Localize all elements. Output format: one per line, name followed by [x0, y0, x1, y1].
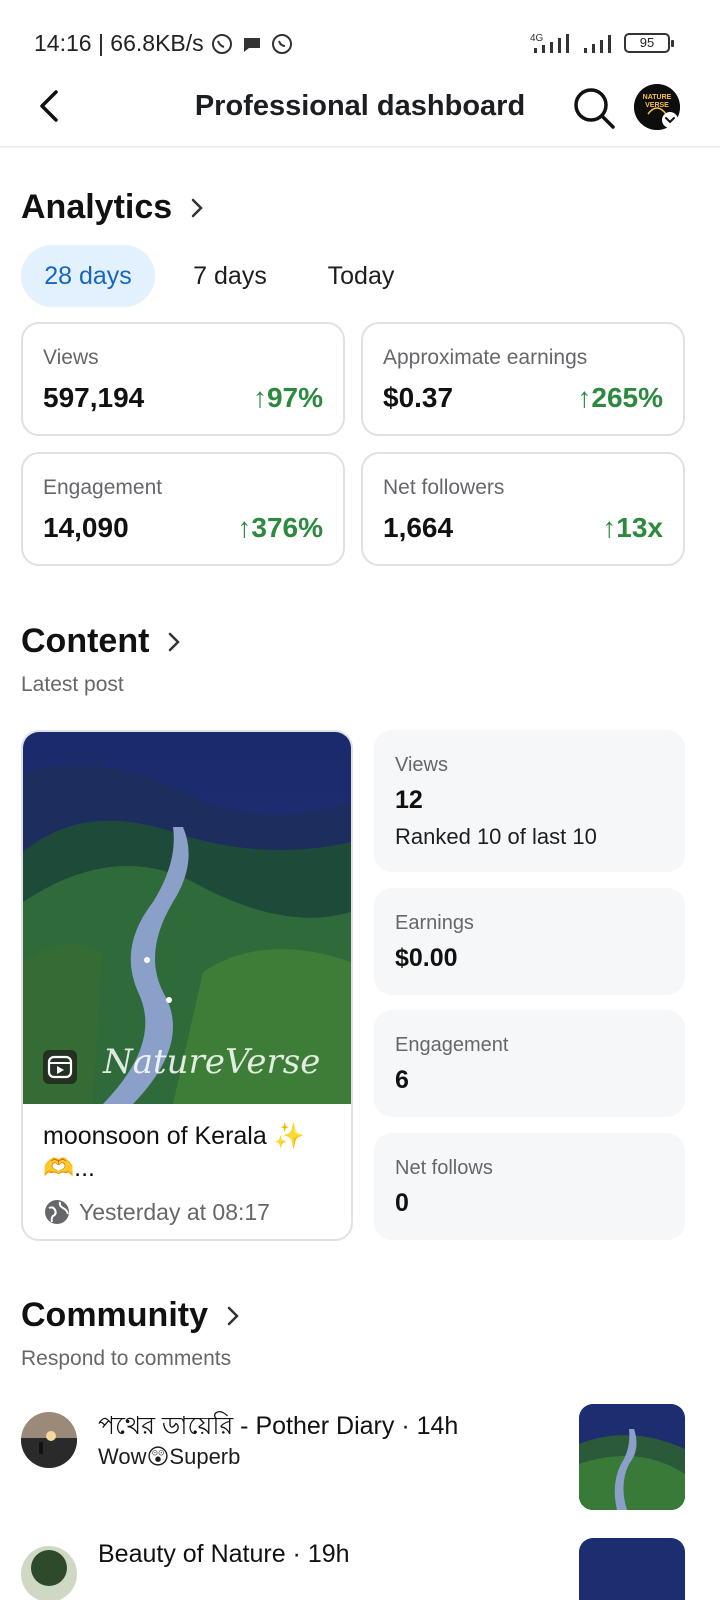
commenter-avatar — [21, 1412, 77, 1468]
metric-value: 14,090 — [43, 512, 129, 543]
avatar-label: NATURE VERSE — [642, 94, 672, 109]
comment-post-thumbnail[interactable] — [579, 1404, 685, 1510]
chevron-down-icon[interactable] — [662, 112, 678, 128]
post-time-text: Yesterday at 08:17 — [79, 1198, 270, 1225]
metric-label: Approximate earnings — [383, 346, 588, 369]
analytics-heading[interactable]: Analytics — [21, 188, 204, 227]
stat-value: 6 — [395, 1066, 409, 1094]
metric-change: ↑97% — [252, 382, 323, 413]
metric-label: Engagement — [43, 476, 163, 499]
app-header: Professional dashboard NATURE VERSE — [0, 80, 720, 148]
status-right: 4G 95 — [530, 32, 674, 54]
post-time: Yesterday at 08:17 — [43, 1198, 270, 1226]
metric-card-earnings[interactable]: Approximate earnings $0.37 ↑265% — [361, 322, 685, 436]
metric-card-engagement[interactable]: Engagement 14,090 ↑376% — [21, 452, 345, 566]
commenter-name: Beauty of Nature · 19h — [98, 1540, 350, 1568]
tree-avatar-icon — [21, 1546, 77, 1600]
stat-rank: Ranked 10 of last 10 — [395, 824, 597, 849]
stat-value: 12 — [395, 786, 423, 814]
chevron-right-icon — [169, 632, 181, 651]
metric-change: ↑376% — [237, 512, 323, 543]
status-time-speed: 14:16 | 66.8KB/s — [34, 30, 204, 56]
post-mini-thumbnail — [579, 1404, 685, 1510]
metric-card-views[interactable]: Views 597,194 ↑97% — [21, 322, 345, 436]
content-subtitle: Latest post — [21, 673, 124, 696]
tab-7-days[interactable]: 7 days — [170, 245, 290, 307]
sunset-avatar-icon — [21, 1412, 77, 1468]
community-heading[interactable]: Community — [21, 1296, 240, 1335]
stat-value: 0 — [395, 1189, 409, 1217]
post-stat-net-follows: Net follows 0 — [374, 1133, 685, 1240]
commenter-avatar — [21, 1546, 77, 1600]
status-left: 14:16 | 66.8KB/s — [34, 30, 294, 57]
post-mini-thumbnail — [579, 1538, 685, 1600]
network-label: 4G — [530, 33, 544, 44]
post-watermark: NatureVerse — [103, 1042, 321, 1082]
tab-28-days[interactable]: 28 days — [21, 245, 155, 307]
metric-change-value: 97% — [266, 382, 323, 413]
metric-change-value: 376% — [251, 512, 323, 543]
post-caption: moonsoon of Kerala ✨🫶... — [43, 1122, 305, 1182]
metric-change-value: 13x — [616, 512, 663, 543]
comment-text: Wow😲Superb — [98, 1444, 241, 1469]
stat-label: Earnings — [395, 912, 474, 934]
post-stat-views: Views 12 Ranked 10 of last 10 — [374, 730, 685, 872]
comment-post-thumbnail[interactable] — [579, 1538, 685, 1600]
signal-icon — [584, 35, 611, 53]
metric-value: $0.37 — [383, 382, 454, 413]
whatsapp-icon — [211, 33, 232, 54]
metric-label: Views — [43, 346, 99, 369]
globe-icon — [45, 1200, 69, 1224]
commenter-name: পথের ডায়েরি - Pother Diary · 14h — [98, 1412, 459, 1440]
post-stat-earnings: Earnings $0.00 — [374, 888, 685, 995]
stat-label: Views — [395, 754, 448, 776]
metric-change: ↑13x — [602, 512, 663, 543]
chevron-right-icon — [191, 198, 203, 217]
latest-post-card[interactable]: NatureVerse moonsoon of Kerala ✨🫶... Yes… — [21, 730, 353, 1241]
battery-icon: 95 — [624, 33, 674, 53]
metric-change-value: 265% — [591, 382, 663, 413]
stat-value: $0.00 — [395, 944, 458, 972]
metric-change: ↑265% — [577, 382, 663, 413]
community-title: Community — [21, 1296, 208, 1334]
search-icon[interactable] — [572, 86, 616, 130]
signal-4g-icon: 4G — [530, 33, 569, 53]
chevron-right-icon — [227, 1306, 239, 1325]
analytics-title: Analytics — [21, 188, 173, 226]
post-stat-engagement: Engagement 6 — [374, 1010, 685, 1117]
stat-label: Net follows — [395, 1157, 493, 1179]
comment-row[interactable]: পথের ডায়েরি - Pother Diary · 14h Wow😲Su… — [21, 1404, 685, 1510]
content-title: Content — [21, 622, 150, 660]
metric-value: 597,194 — [43, 382, 145, 413]
status-bar: 14:16 | 66.8KB/s 4G 95 — [0, 0, 720, 80]
reel-icon — [43, 1050, 77, 1084]
chat-icon — [243, 37, 260, 52]
comment-row[interactable]: Beauty of Nature · 19h — [21, 1538, 685, 1600]
whatsapp-business-icon — [271, 33, 292, 54]
stat-label: Engagement — [395, 1034, 509, 1056]
tab-today[interactable]: Today — [304, 245, 418, 307]
metric-value: 1,664 — [383, 512, 454, 543]
metric-card-net-followers[interactable]: Net followers 1,664 ↑13x — [361, 452, 685, 566]
community-subtitle: Respond to comments — [21, 1347, 232, 1370]
metric-label: Net followers — [383, 476, 505, 499]
content-heading[interactable]: Content — [21, 622, 181, 661]
